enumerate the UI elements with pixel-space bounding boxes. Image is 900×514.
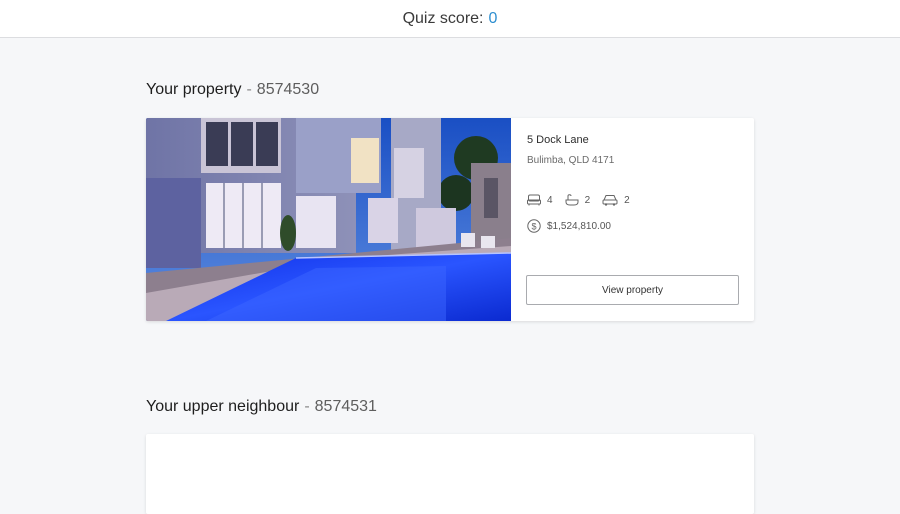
price-row: $ $1,524,810.00 [527, 219, 611, 233]
quiz-header: Quiz score: 0 [0, 0, 900, 38]
your-property-heading: Your property -8574530 [146, 81, 319, 99]
upper-neighbour-label: Your upper neighbour [146, 398, 300, 415]
bathrooms-count: 2 [584, 194, 591, 206]
upper-neighbour-id: 8574531 [314, 398, 377, 415]
svg-text:$: $ [531, 221, 536, 231]
upper-neighbour-heading: Your upper neighbour -8574531 [146, 398, 377, 416]
your-property-id: 8574530 [256, 81, 320, 98]
car-icon [602, 195, 618, 206]
quiz-score-label: Quiz score: [402, 9, 484, 27]
property-features: 4 2 2 [527, 194, 642, 206]
upper-neighbour-card [146, 434, 754, 514]
bath-icon [565, 194, 579, 206]
property-card: 5 Dock Lane Bulimba, QLD 4171 4 2 2 $ $1… [146, 118, 754, 321]
address-line-2: Bulimba, QLD 4171 [527, 155, 615, 166]
dollar-icon: $ [527, 219, 541, 233]
heading-separator: - [304, 398, 310, 415]
view-property-button[interactable]: View property [526, 275, 739, 305]
heading-separator: - [246, 81, 252, 98]
car-spaces-count: 2 [624, 194, 630, 206]
bedrooms-count: 4 [547, 194, 553, 206]
bathrooms-feature: 2 [565, 194, 591, 206]
bedrooms-feature: 4 [527, 194, 553, 206]
address-line-1: 5 Dock Lane [527, 134, 589, 146]
property-details: 5 Dock Lane Bulimba, QLD 4171 4 2 2 $ $1… [511, 118, 754, 321]
car-spaces-feature: 2 [602, 194, 630, 206]
property-photo [146, 118, 511, 321]
your-property-label: Your property [146, 81, 242, 98]
price-value: $1,524,810.00 [547, 220, 611, 232]
quiz-score-value: 0 [488, 9, 498, 27]
bed-icon [527, 194, 541, 206]
